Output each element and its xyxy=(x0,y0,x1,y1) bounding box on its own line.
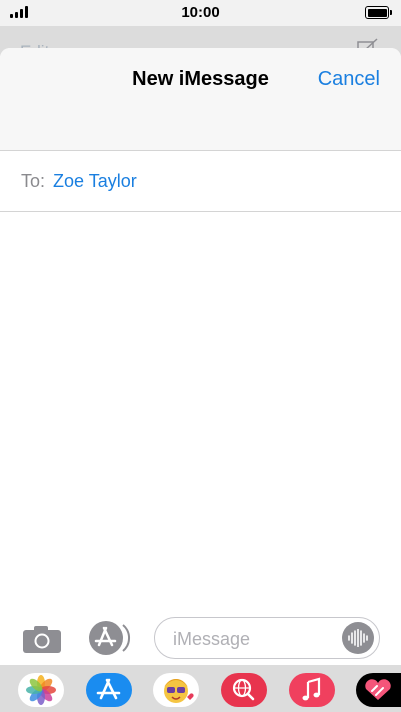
memoji-icon xyxy=(164,679,194,703)
app-drawer xyxy=(0,665,401,712)
music-app-button[interactable] xyxy=(289,673,335,707)
photos-app-button[interactable] xyxy=(18,673,64,707)
web-search-icon xyxy=(232,678,255,701)
to-label: To: xyxy=(21,171,46,191)
digital-touch-icon xyxy=(365,679,391,700)
app-store-app-button[interactable] xyxy=(86,673,132,707)
photos-icon xyxy=(26,675,56,705)
web-search-app-button[interactable] xyxy=(221,673,267,707)
compose-bar xyxy=(0,612,401,664)
app-store-icon xyxy=(96,678,121,700)
camera-icon xyxy=(23,626,61,653)
audio-waveform-icon xyxy=(348,629,368,647)
music-icon xyxy=(302,677,321,701)
status-time: 10:00 xyxy=(181,4,220,21)
message-input[interactable] xyxy=(171,626,335,652)
digital-touch-app-button[interactable] xyxy=(356,673,401,707)
cancel-button[interactable]: Cancel xyxy=(318,68,380,91)
recipient-row[interactable]: To: Zoe Taylor xyxy=(0,151,401,212)
app-store-button[interactable] xyxy=(88,620,132,656)
sheet-header: New iMessage Cancel xyxy=(0,48,401,151)
dictation-button[interactable] xyxy=(342,622,374,654)
camera-button[interactable] xyxy=(22,624,62,654)
status-bar: 10:00 xyxy=(0,0,401,26)
battery-icon xyxy=(365,6,392,19)
memoji-app-button[interactable] xyxy=(153,673,199,707)
message-field[interactable] xyxy=(154,617,380,659)
recipient-name[interactable]: Zoe Taylor xyxy=(53,171,137,192)
app-store-icon xyxy=(89,621,130,655)
